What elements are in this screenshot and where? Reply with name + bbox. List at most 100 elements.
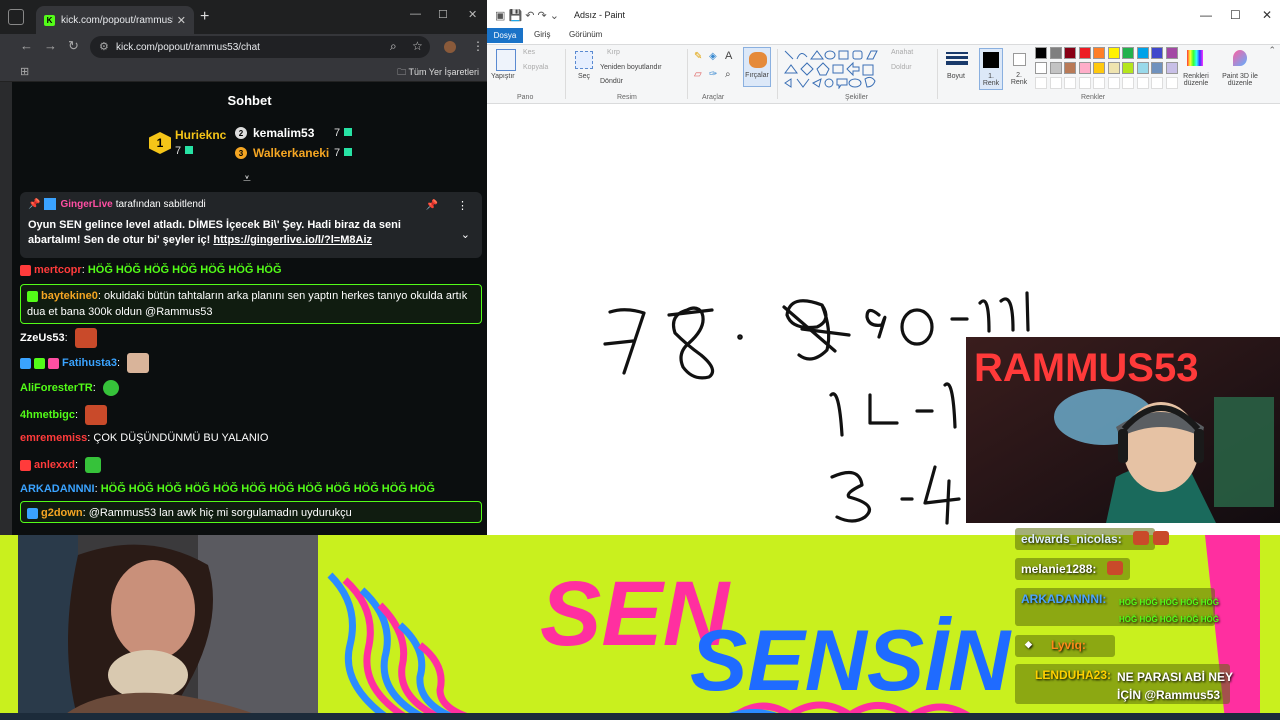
leader-3-name[interactable]: Walkerkaneki — [253, 146, 329, 160]
chevron-down-icon[interactable]: ⌄ — [461, 228, 470, 241]
color-swatch[interactable] — [1151, 47, 1163, 59]
empty-color-swatch[interactable] — [1064, 77, 1076, 89]
unpin-icon[interactable]: 📌 — [426, 200, 438, 211]
chat-username[interactable]: mertcopr — [34, 264, 82, 276]
close-window-button[interactable]: ✕ — [468, 8, 477, 21]
resize-button[interactable]: Yeniden boyutlandır — [600, 64, 662, 71]
empty-color-swatch[interactable] — [1107, 77, 1120, 89]
empty-color-swatch[interactable] — [1035, 77, 1047, 89]
pinned-by-user[interactable]: GingerLive — [60, 199, 112, 210]
color-swatch[interactable] — [1165, 47, 1178, 59]
fill-icon[interactable]: ◈ — [709, 51, 717, 62]
empty-color-swatch[interactable] — [1165, 77, 1178, 89]
tab-file[interactable]: Dosya — [487, 28, 523, 43]
pencil-icon[interactable]: ✎ — [694, 51, 702, 62]
empty-color-swatch[interactable] — [1122, 77, 1134, 89]
color-swatch[interactable] — [1064, 47, 1076, 59]
cut-button[interactable]: Kes — [523, 49, 535, 56]
chat-username[interactable]: AliForesterTR — [20, 382, 93, 394]
color-swatch[interactable] — [1136, 47, 1149, 59]
empty-color-swatch[interactable] — [1136, 77, 1149, 89]
brushes-button[interactable]: Fırçalar — [743, 47, 771, 87]
select-button[interactable]: Seç — [578, 73, 590, 80]
color-swatch[interactable] — [1136, 62, 1149, 74]
select-icon[interactable] — [575, 51, 593, 69]
tab-view[interactable]: Görünüm — [569, 30, 602, 39]
color-picker-icon[interactable]: ✑ — [709, 69, 717, 80]
maximize-button[interactable]: ☐ — [438, 8, 448, 21]
paste-icon[interactable] — [496, 49, 516, 71]
chat-username[interactable]: baytekine0 — [41, 290, 98, 302]
chat-username[interactable]: g2down — [41, 507, 83, 519]
all-bookmarks-button[interactable]: 🗀 Tüm Yer İşaretleri — [397, 65, 479, 81]
color-swatch[interactable] — [1035, 47, 1047, 59]
ribbon-collapse-icon[interactable]: ⌃ — [1268, 45, 1276, 56]
tab-home[interactable]: Giriş — [534, 30, 550, 39]
chat-username[interactable]: ZzeUs53 — [20, 332, 65, 344]
size-icon[interactable] — [946, 50, 968, 66]
pinned-more-icon[interactable]: ⋮ — [457, 199, 468, 212]
tab-close-icon[interactable]: ✕ — [177, 14, 186, 27]
color2-button[interactable]: 2. Renk — [1008, 48, 1032, 90]
color-swatch[interactable] — [1064, 62, 1076, 74]
edit-colors-button[interactable]: Renkleri düzenle — [1181, 73, 1211, 87]
empty-color-swatch[interactable] — [1093, 77, 1105, 89]
color-swatch[interactable] — [1049, 62, 1062, 74]
forward-button[interactable]: → — [44, 38, 57, 53]
zoom-icon[interactable]: ⌕ — [390, 39, 397, 54]
color-swatch[interactable] — [1107, 62, 1120, 74]
paint3d-icon[interactable] — [1233, 50, 1247, 66]
minimize-button[interactable]: — — [410, 8, 421, 20]
leader-2-name[interactable]: kemalim53 — [253, 126, 314, 140]
color-swatch[interactable] — [1122, 62, 1134, 74]
new-tab-button[interactable]: + — [200, 8, 209, 26]
chat-username[interactable]: anlexxd — [34, 459, 75, 471]
magnifier-icon[interactable]: ⌕ — [725, 69, 731, 80]
leaderboard-collapse-icon[interactable]: ⩡ — [243, 170, 251, 187]
crop-button[interactable]: Kırp — [607, 49, 620, 56]
profile-avatar[interactable] — [444, 41, 456, 53]
outline-button[interactable]: Anahat — [891, 49, 913, 56]
menu-kebab-icon[interactable]: ⋮ — [472, 39, 484, 53]
color-swatch[interactable] — [1078, 62, 1091, 74]
quick-access-toolbar[interactable]: ▣ 💾 ↶ ↷ ⌄ — [495, 9, 559, 22]
color-swatch[interactable] — [1093, 62, 1105, 74]
paint-maximize-button[interactable]: ☐ — [1230, 8, 1241, 22]
tab-kick-chat[interactable]: K kick.com/popout/rammus53/ch ✕ — [36, 6, 194, 34]
edit-colors-icon[interactable] — [1187, 50, 1203, 66]
color-swatch[interactable] — [1093, 47, 1105, 59]
empty-color-swatch[interactable] — [1151, 77, 1163, 89]
site-info-icon[interactable]: ⚙ — [99, 40, 109, 53]
text-icon[interactable]: A — [725, 50, 732, 62]
chat-username[interactable]: ARKADANNNI — [20, 483, 95, 495]
chat-username[interactable]: Fatihusta3 — [62, 357, 117, 369]
fill-button[interactable]: Doldur — [891, 64, 912, 71]
shapes-gallery[interactable] — [783, 49, 883, 89]
rotate-button[interactable]: Döndür — [600, 78, 623, 85]
chat-username[interactable]: 4hmetbigc — [20, 409, 75, 421]
size-button[interactable]: Boyut — [947, 73, 965, 80]
empty-color-swatch[interactable] — [1049, 77, 1062, 89]
color-swatch[interactable] — [1078, 47, 1091, 59]
color1-button[interactable]: 1. Renk — [979, 48, 1003, 90]
chat-username[interactable]: emrememiss — [20, 432, 87, 444]
paint-minimize-button[interactable]: — — [1200, 8, 1212, 22]
color-swatch[interactable] — [1122, 47, 1134, 59]
address-bar[interactable]: ⚙ kick.com/popout/rammus53/chat — [90, 36, 430, 58]
apps-grid-icon[interactable]: ⊞ — [20, 65, 29, 78]
empty-color-swatch[interactable] — [1078, 77, 1091, 89]
color-swatch[interactable] — [1035, 62, 1047, 74]
color-swatch[interactable] — [1165, 62, 1178, 74]
paint-close-button[interactable]: ✕ — [1262, 8, 1272, 22]
leader-1-name[interactable]: Hurieknc — [175, 128, 226, 142]
reload-button[interactable]: ↻ — [68, 38, 79, 54]
copy-button[interactable]: Kopyala — [523, 64, 548, 71]
paste-button[interactable]: Yapıştır — [491, 73, 515, 80]
color-swatch[interactable] — [1049, 47, 1062, 59]
paint3d-button[interactable]: Paint 3D ile düzenle — [1217, 73, 1263, 87]
color-swatch[interactable] — [1107, 47, 1120, 59]
pinned-link[interactable]: https://gingerlive.io/l/?l=M8Aiz — [213, 234, 372, 246]
tab-list-button[interactable] — [8, 9, 24, 25]
eraser-icon[interactable]: ▱ — [694, 69, 702, 80]
bookmark-star-icon[interactable]: ☆ — [412, 39, 423, 53]
